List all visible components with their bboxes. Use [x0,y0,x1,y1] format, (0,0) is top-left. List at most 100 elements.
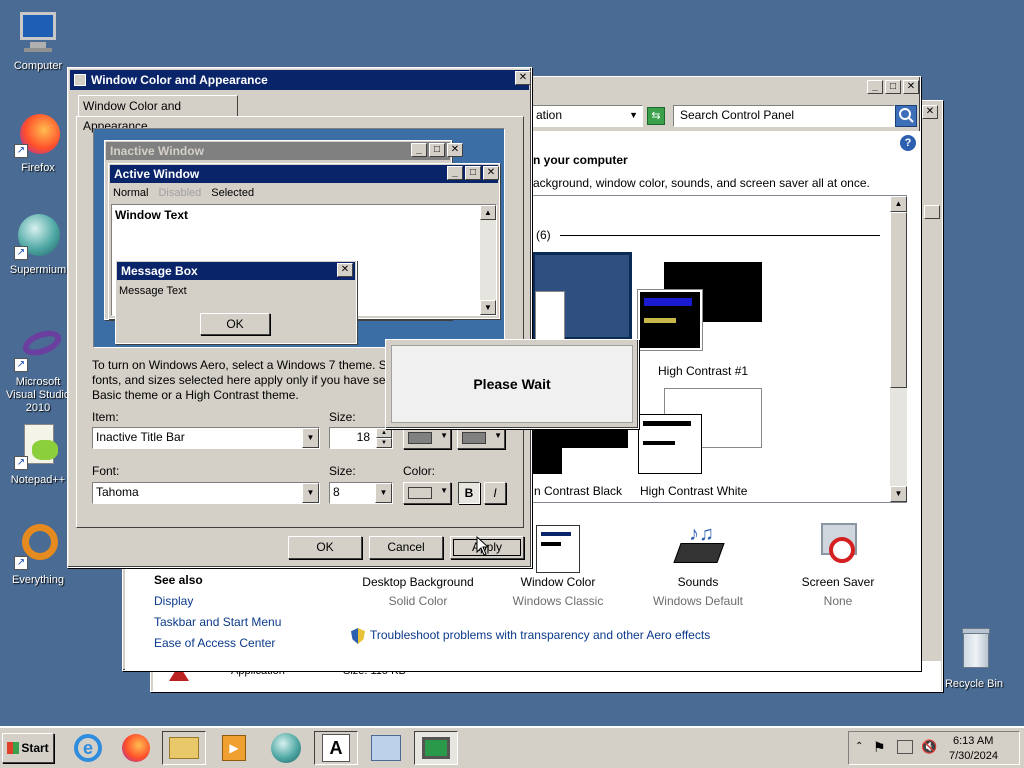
theme-windows-classic[interactable] [532,252,632,341]
windows-logo-icon [7,742,20,754]
dialog-titlebar[interactable]: Window Color and Appearance [70,70,529,90]
item-label: Window Color [520,575,596,589]
taskbar-personalization[interactable] [414,731,458,765]
scroll-up-icon[interactable]: ▲ [890,196,907,212]
refresh-icon[interactable]: ⇆ [647,107,665,125]
color1-picker[interactable]: ▼ [403,427,451,449]
see-also-taskbar[interactable]: Taskbar and Start Menu [154,615,281,629]
scroll-thumb[interactable] [890,212,907,388]
sounds-item[interactable]: ♪♫ Sounds Windows Default [633,519,763,608]
flag-icon[interactable]: ⚑ [873,739,886,756]
supermium-icon [271,733,301,763]
close-icon: ✕ [447,143,463,157]
desktop-icon-firefox[interactable]: ↗ Firefox [0,110,76,174]
search-placeholder: Search Control Panel [680,108,795,122]
font-color-label: Color: [403,464,436,478]
clock-date[interactable]: 7/30/2024 [949,750,998,762]
ok-button[interactable]: OK [288,536,362,559]
chevron-down-icon[interactable]: ▼ [375,483,392,503]
italic-toggle[interactable]: I [484,482,506,504]
close-icon[interactable]: ✕ [922,105,938,119]
folder-icon [169,737,199,759]
theme-high-contrast-1[interactable]: High Contrast #1 [637,252,778,378]
spin-down-icon[interactable]: ▼ [376,438,392,448]
tab-window-color[interactable]: Window Color and Appearance [78,95,238,133]
maximize-icon: □ [465,166,481,180]
size-spinner[interactable]: 18 ▲ ▼ [329,427,393,449]
ok-label: OK [316,540,334,554]
see-also-title: See also [154,573,203,587]
monitor-icon [422,737,450,759]
font-icon: A [322,734,350,762]
spin-up-icon[interactable]: ▲ [376,428,392,438]
chevron-down-icon[interactable]: ▼ [302,483,319,503]
see-also-ease-of-access[interactable]: Ease of Access Center [154,636,275,650]
address-bar[interactable]: ation ▼ [531,105,643,127]
taskbar-supermium[interactable] [264,731,308,765]
desktop-icon-label: Recycle Bin [944,678,1004,690]
font-select[interactable]: Tahoma ▼ [92,482,320,504]
theme-high-contrast-white[interactable]: High Contrast White [638,388,778,498]
minimize-icon: _ [411,143,427,157]
troubleshoot-link[interactable]: Troubleshoot problems with transparency … [370,628,710,642]
search-icon[interactable] [895,105,917,127]
taskbar-explorer[interactable] [162,731,206,765]
desktop-icon-notepadpp[interactable]: ↗ Notepad++ [0,422,76,486]
desktop-icon-everything[interactable]: ↗ Everything [0,522,76,586]
close-icon[interactable]: ✕ [515,71,531,85]
supermium-icon: ↗ [14,212,62,260]
desktop-icon-visual-studio[interactable]: ↗ Microsoft Visual Studio 2010 [0,324,76,415]
start-label: Start [21,741,49,755]
close-icon: ✕ [483,166,499,180]
desktop-icon-recycle-bin[interactable]: Recycle Bin [936,626,1012,690]
aero-description: To turn on Windows Aero, select a Window… [92,358,422,403]
cancel-button[interactable]: Cancel [369,536,443,559]
start-button[interactable]: Start [2,733,54,763]
theme-label: High Contrast #1 [658,364,749,378]
chevron-up-icon[interactable]: ⌃ [855,741,863,752]
close-icon[interactable]: ✕ [903,80,919,94]
page-subheading: ackground, window color, sounds, and scr… [533,176,870,190]
desktop-icon-supermium[interactable]: ↗ Supermium [0,212,76,276]
msgbox-ok-label: OK [226,317,244,331]
taskbar: Start e ▶ A ⌃ ⚑ 🔇 6:13 AM 7/30/2024 [0,726,1024,768]
item-sub: None [823,594,853,608]
description-line: fonts, and sizes selected here apply onl… [92,373,395,387]
bold-label: B [464,486,474,500]
item-label: Screen Saver [801,575,875,589]
item-select[interactable]: Inactive Title Bar ▼ [92,427,320,449]
font-size-select[interactable]: 8 ▼ [329,482,393,504]
taskbar-fonts[interactable]: A [314,731,358,765]
desktop-icon-label: Microsoft Visual Studio 2010 [5,376,70,414]
taskbar-media-player[interactable]: ▶ [212,731,256,765]
screen-saver-item[interactable]: Screen Saver None [773,519,903,608]
taskbar-control-panel[interactable] [364,731,408,765]
item-value: Inactive Title Bar [96,430,185,444]
clock-time[interactable]: 6:13 AM [953,735,993,747]
desktop-icon-label: Everything [12,574,64,586]
chevron-down-icon[interactable]: ▼ [302,428,319,448]
notepadpp-icon: ↗ [14,422,62,470]
menu-disabled: Disabled [158,187,202,199]
taskbar-ie[interactable]: e [66,731,110,765]
search-input[interactable]: Search Control Panel [673,105,895,127]
color2-picker[interactable]: ▼ [457,427,505,449]
minimize-icon[interactable]: _ [867,80,883,94]
computer-icon [14,8,62,56]
scroll-button[interactable] [924,205,940,219]
see-also-display[interactable]: Display [154,594,193,608]
font-color-picker[interactable]: ▼ [403,482,451,504]
help-icon[interactable]: ? [900,135,916,151]
theme-list-scrollbar[interactable]: ▲ ▼ [890,196,907,502]
group-count: (6) [536,228,551,242]
taskbar-firefox[interactable] [114,731,158,765]
item-sub: Windows Default [652,594,744,608]
scroll-down-icon[interactable]: ▼ [890,486,907,502]
chevron-down-icon[interactable]: ▼ [629,106,638,125]
network-icon[interactable] [897,740,913,754]
volume-muted-icon[interactable]: 🔇 [921,739,937,755]
maximize-icon[interactable]: □ [885,80,901,94]
chevron-down-icon: ▼ [440,431,448,440]
desktop-icon-computer[interactable]: Computer [0,8,76,72]
bold-toggle[interactable]: B [458,482,480,504]
